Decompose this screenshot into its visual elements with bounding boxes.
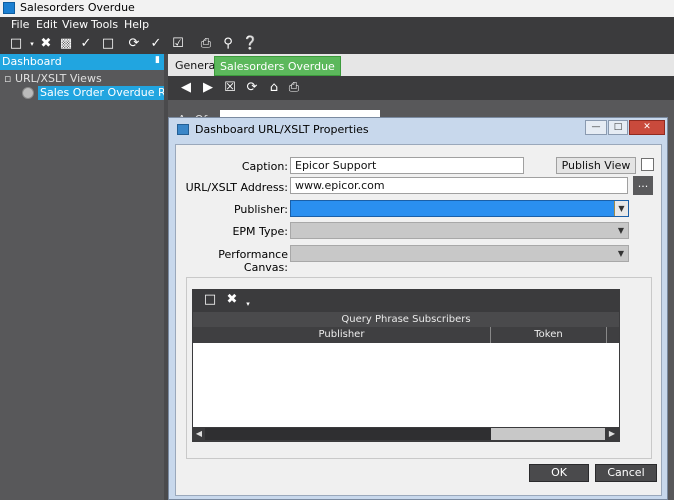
maximize-button[interactable]: □	[608, 120, 628, 135]
tree-root[interactable]: ▫ URL/XSLT Views	[4, 72, 102, 85]
column-publisher[interactable]: Publisher	[193, 327, 491, 343]
scroll-track[interactable]	[491, 428, 605, 440]
minimize-button[interactable]: —	[585, 120, 607, 135]
url-input[interactable]: www.epicor.com	[290, 177, 628, 194]
print-page-icon[interactable]: ⎙	[286, 80, 302, 96]
epm-type-label: EPM Type:	[232, 225, 288, 238]
scroll-left-icon[interactable]: ◀	[193, 427, 205, 441]
grid-toolbar: □ ✖ ▾	[192, 289, 620, 311]
tab-strip: General Salesorders Overdue	[168, 54, 674, 76]
print-icon[interactable]: ⎙	[198, 36, 214, 52]
menu-edit[interactable]: Edit	[36, 18, 57, 31]
back-icon[interactable]: ◀	[178, 80, 194, 96]
dialog-title: Dashboard URL/XSLT Properties	[195, 123, 369, 136]
dashboard-toolbar: ◀ ▶ ☒ ⟳ ⌂ ⎙	[168, 76, 674, 100]
caption-label: Caption:	[241, 160, 288, 173]
chevron-down-icon[interactable]: ▼	[614, 246, 628, 261]
forward-icon[interactable]: ▶	[200, 80, 216, 96]
pin-icon[interactable]: ▮	[155, 55, 160, 65]
refresh-icon[interactable]: ⟳	[126, 36, 142, 52]
tree-item-report[interactable]: Sales Order Overdue Report	[22, 86, 197, 100]
dashboard-panel-header: Dashboard ▮	[0, 54, 164, 70]
performance-canvas-dropdown[interactable]: ▼	[290, 245, 629, 262]
column-token[interactable]: Token	[491, 327, 607, 343]
url-label: URL/XSLT Address:	[185, 181, 288, 194]
subscribers-grid: Query Phrase Subscribers Publisher Token…	[192, 311, 620, 442]
dashboard-panel-title: Dashboard	[2, 55, 62, 68]
close-button[interactable]: ✕	[629, 120, 665, 135]
tree-root-label: URL/XSLT Views	[14, 72, 102, 85]
subscribers-panel: □ ✖ ▾ Query Phrase Subscribers Publisher…	[186, 277, 652, 459]
menu-bar: File Edit View Tools Help	[0, 17, 674, 34]
caption-input[interactable]: Epicor Support	[290, 157, 524, 174]
new-icon[interactable]: □	[8, 36, 24, 52]
scroll-right-icon[interactable]: ▶	[606, 427, 618, 441]
publisher-dropdown[interactable]: ▼	[290, 200, 629, 217]
dialog-titlebar: Dashboard URL/XSLT Properties — □ ✕	[169, 118, 667, 141]
scroll-thumb[interactable]	[205, 428, 491, 440]
menu-help[interactable]: Help	[124, 18, 149, 31]
menu-tools[interactable]: Tools	[91, 18, 118, 31]
url-browse-button[interactable]: ...	[633, 176, 653, 195]
dialog-body: Caption: Epicor Support Publish View URL…	[175, 144, 662, 496]
column-spacer	[607, 327, 619, 343]
main-toolbar: □ ▾ ✖ ▩ ✓ □ ⟳ ✓ ☑ ⎙ ⚲ ❔	[0, 34, 674, 54]
new-row-icon[interactable]: □	[202, 292, 218, 308]
stop-icon[interactable]: ☒	[222, 80, 238, 96]
publisher-label: Publisher:	[233, 203, 288, 216]
publish-view-checkbox[interactable]	[641, 158, 654, 171]
grid-title: Query Phrase Subscribers	[193, 312, 619, 327]
preview-icon[interactable]: ⚲	[220, 36, 236, 52]
menu-file[interactable]: File	[11, 18, 29, 31]
globe-icon	[22, 87, 34, 99]
menu-view[interactable]: View	[62, 18, 88, 31]
reload-icon[interactable]: ⟳	[244, 80, 260, 96]
performance-canvas-label: Performance Canvas:	[218, 248, 288, 274]
ok-button[interactable]: OK	[529, 464, 589, 482]
clear-form-icon[interactable]: ✓	[148, 36, 164, 52]
chevron-down-icon[interactable]: ▼	[614, 201, 628, 216]
delete-dropdown-icon[interactable]: ▾	[240, 296, 256, 312]
cancel-button[interactable]: Cancel	[595, 464, 657, 482]
home-icon[interactable]: ⌂	[266, 80, 282, 96]
chevron-down-icon[interactable]: ▼	[614, 223, 628, 238]
horizontal-scrollbar[interactable]: ◀ ▶	[193, 427, 619, 441]
save-icon[interactable]: ▩	[58, 36, 74, 52]
help-icon[interactable]: ❔	[242, 36, 258, 52]
window-titlebar: Salesorders Overdue	[0, 0, 674, 17]
tab-salesorders-overdue[interactable]: Salesorders Overdue	[214, 56, 341, 76]
delete-icon[interactable]: ✖	[38, 36, 54, 52]
epm-type-dropdown[interactable]: ▼	[290, 222, 629, 239]
dialog-icon	[177, 124, 189, 135]
window-title: Salesorders Overdue	[20, 1, 135, 14]
delete-row-icon[interactable]: ✖	[224, 292, 240, 308]
left-panel	[0, 54, 164, 500]
publish-view-button[interactable]: Publish View	[556, 157, 636, 174]
memo-icon[interactable]: □	[100, 36, 116, 52]
app-icon	[3, 2, 15, 14]
properties-dialog: Dashboard URL/XSLT Properties — □ ✕ Capt…	[168, 117, 668, 500]
clear-icon[interactable]: ✓	[78, 36, 94, 52]
tree-expand-icon[interactable]: ▫	[4, 72, 11, 85]
attachment-icon[interactable]: ☑	[170, 36, 186, 52]
